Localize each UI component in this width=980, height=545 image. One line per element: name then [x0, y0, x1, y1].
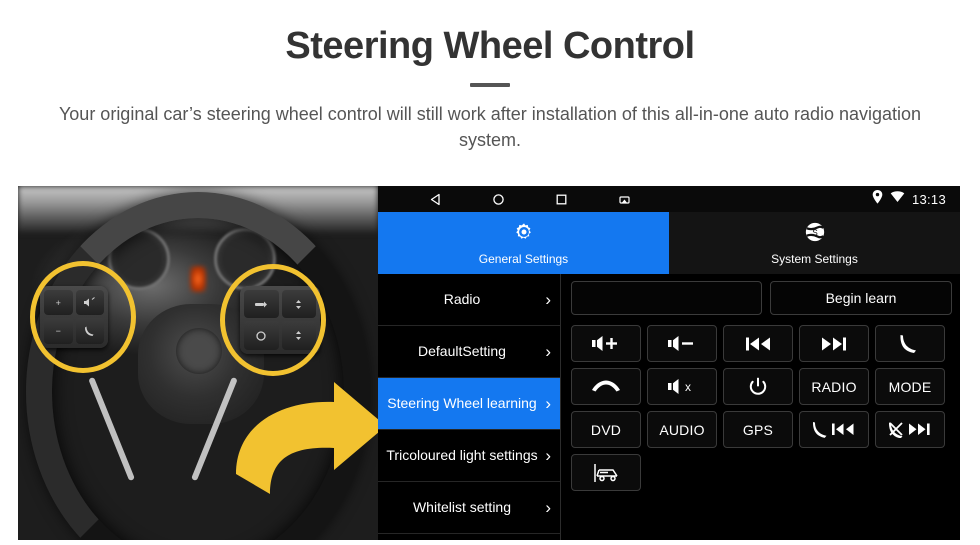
power-button[interactable] — [723, 368, 793, 405]
sidebar-item-whitelist-setting[interactable]: Whitelist setting › — [378, 482, 560, 534]
tab-system-settings[interactable]: S System Settings — [669, 212, 960, 274]
volume-down-icon — [667, 335, 697, 352]
begin-learn-button[interactable]: Begin learn — [770, 281, 952, 315]
radio-button-label: RADIO — [811, 378, 857, 395]
key-value-input[interactable] — [571, 281, 762, 315]
call-previous-button[interactable] — [799, 411, 869, 448]
mute-button[interactable]: x — [647, 368, 717, 405]
media-row: + − 13:13 General Settings S System Sett… — [18, 186, 960, 540]
chevron-right-icon: › — [545, 341, 551, 361]
next-track-button[interactable] — [799, 325, 869, 362]
audio-button-label: AUDIO — [659, 421, 705, 438]
highlight-circle-left — [30, 261, 136, 373]
status-bar: 13:13 — [378, 186, 960, 212]
page-title: Steering Wheel Control — [285, 25, 695, 67]
steering-wheel-photo: + − — [18, 186, 378, 540]
settings-body: Radio › DefaultSetting › Steering Wheel … — [378, 274, 960, 540]
svg-text:S: S — [812, 228, 818, 237]
chevron-right-icon: › — [545, 289, 551, 309]
system-logo-icon: S — [804, 221, 826, 248]
sidebar-item-label: Steering Wheel learning — [387, 395, 537, 412]
power-icon — [748, 377, 768, 397]
dvd-button[interactable]: DVD — [571, 411, 641, 448]
title-divider — [470, 82, 510, 87]
sidebar-item-tricoloured-light-settings[interactable]: Tricoloured light settings › — [378, 430, 560, 482]
sidebar-item-default-setting[interactable]: DefaultSetting › — [378, 326, 560, 378]
car-icon — [592, 463, 620, 483]
phone-reject-next-icon — [888, 421, 932, 438]
previous-track-button[interactable] — [723, 325, 793, 362]
call-reject-next-button[interactable] — [875, 411, 945, 448]
phone-answer-icon — [899, 334, 921, 354]
gps-button[interactable]: GPS — [723, 411, 793, 448]
yellow-arrow-icon — [230, 376, 378, 496]
sidebar-item-steering-wheel-learning[interactable]: Steering Wheel learning › — [378, 378, 560, 430]
call-answer-button[interactable] — [875, 325, 945, 362]
gear-icon — [513, 221, 535, 248]
wifi-icon — [890, 190, 905, 208]
status-indicators: 13:13 — [872, 186, 946, 212]
location-pin-icon — [872, 189, 883, 209]
navigation-buttons — [428, 192, 632, 207]
chevron-right-icon: › — [545, 497, 551, 517]
sidebar-item-label: Radio — [443, 291, 481, 308]
phone-hangup-icon — [591, 380, 621, 394]
page-header: Steering Wheel Control Your original car… — [0, 0, 980, 153]
settings-tabs: General Settings S System Settings — [378, 212, 960, 274]
phone-previous-icon — [812, 421, 856, 438]
status-clock: 13:13 — [911, 191, 946, 207]
svg-text:x: x — [685, 380, 691, 394]
gps-button-label: GPS — [742, 421, 774, 438]
volume-down-button[interactable] — [647, 325, 717, 362]
highlight-circle-right — [220, 264, 326, 376]
next-track-icon — [820, 336, 848, 352]
recents-icon[interactable] — [554, 192, 569, 207]
radio-button[interactable]: RADIO — [799, 368, 869, 405]
screenshot-icon[interactable] — [617, 192, 632, 207]
call-end-button[interactable] — [571, 368, 641, 405]
android-head-unit-screen: 13:13 General Settings S System Settings… — [378, 186, 960, 540]
volume-up-button[interactable] — [571, 325, 641, 362]
home-icon[interactable] — [491, 192, 506, 207]
tab-system-settings-label: System Settings — [771, 251, 858, 266]
learning-top-row: Begin learn — [571, 281, 952, 315]
volume-up-icon — [591, 335, 621, 352]
tab-general-settings-label: General Settings — [478, 251, 569, 266]
audio-button[interactable]: AUDIO — [647, 411, 717, 448]
function-button-grid: x RADIO MODE DVD AUDIO GPS — [571, 325, 952, 491]
chevron-right-icon: › — [545, 393, 551, 413]
page-subtitle: Your original car’s steering wheel contr… — [58, 103, 922, 150]
volume-mute-icon: x — [667, 378, 697, 395]
previous-track-icon — [744, 336, 772, 352]
chevron-right-icon: › — [545, 445, 551, 465]
sidebar-item-radio[interactable]: Radio › — [378, 274, 560, 326]
dvd-button-label: DVD — [590, 421, 622, 438]
sidebar-item-label: Whitelist setting — [412, 499, 512, 516]
car-info-button[interactable] — [571, 454, 641, 491]
learning-content: Begin learn x RADIO MODE DVD AUDIO GPS — [561, 274, 960, 540]
back-icon[interactable] — [428, 192, 443, 207]
mode-button-label: MODE — [888, 378, 932, 395]
mode-button[interactable]: MODE — [875, 368, 945, 405]
steering-wheel-center-cap — [176, 328, 222, 374]
tab-general-settings[interactable]: General Settings — [378, 212, 669, 274]
sidebar-item-label: DefaultSetting — [418, 343, 506, 360]
settings-sidebar: Radio › DefaultSetting › Steering Wheel … — [378, 274, 561, 540]
sidebar-item-label: Tricoloured light settings — [386, 447, 538, 464]
